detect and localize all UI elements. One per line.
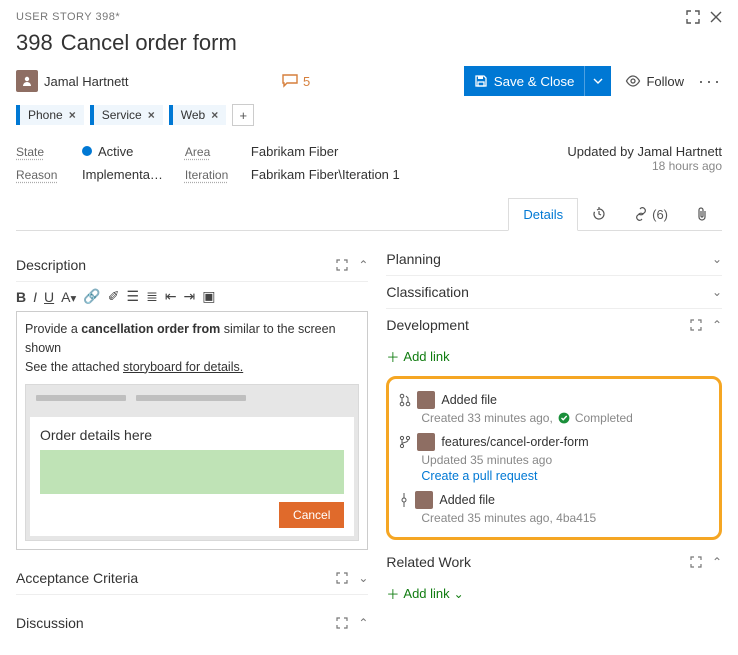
bullet-list-icon[interactable]: ☰	[127, 288, 140, 305]
planning-header: Planning	[386, 251, 441, 267]
chevron-up-icon[interactable]: ⌃	[358, 616, 368, 630]
discussion-header: Discussion	[16, 615, 84, 631]
work-item-title[interactable]: Cancel order form	[61, 30, 237, 55]
tab-links-count: (6)	[652, 207, 668, 222]
dev-item-title: features/cancel-order-form	[441, 435, 588, 449]
tab-attachments[interactable]	[682, 198, 722, 230]
mockup-image: Order details here Cancel	[25, 384, 359, 541]
avatar	[16, 70, 38, 92]
chevron-up-icon[interactable]: ⌃	[712, 555, 722, 569]
create-pr-link[interactable]: Create a pull request	[421, 469, 709, 483]
state-dot-icon	[82, 146, 92, 156]
follow-icon	[625, 75, 641, 87]
development-highlighted-box: Added file Created 33 minutes ago,Comple…	[386, 376, 722, 540]
more-actions-button[interactable]: ···	[698, 71, 722, 92]
tag-phone[interactable]: Phone×	[16, 105, 84, 125]
avatar	[417, 391, 435, 409]
tag-web[interactable]: Web×	[169, 105, 226, 125]
dev-item-title: Added file	[439, 493, 495, 507]
plus-icon: ＋	[386, 584, 399, 603]
assignee-picker[interactable]: Jamal Hartnett	[16, 70, 129, 92]
chevron-down-icon[interactable]: ⌄	[712, 285, 722, 299]
avatar	[415, 491, 433, 509]
description-editor[interactable]: Provide a cancellation order from simila…	[16, 311, 368, 550]
dev-item-branch[interactable]: features/cancel-order-form Updated 35 mi…	[399, 429, 709, 487]
reason-value[interactable]: Implementa…	[82, 167, 163, 182]
font-color-icon[interactable]: A▾	[61, 289, 76, 305]
outdent-icon[interactable]: ⇤	[165, 288, 177, 305]
italic-icon[interactable]: I	[33, 289, 37, 305]
tag-remove-icon[interactable]: ×	[69, 108, 76, 122]
follow-button[interactable]: Follow	[625, 74, 684, 89]
expand-icon[interactable]	[336, 259, 348, 271]
plus-icon: ＋	[386, 347, 399, 366]
tab-links[interactable]: (6)	[620, 198, 682, 230]
reason-label: Reason	[16, 168, 64, 182]
work-item-id: 398	[16, 30, 53, 55]
state-value[interactable]: Active	[82, 144, 133, 159]
chevron-down-icon[interactable]: ⌄	[358, 571, 368, 585]
comment-icon	[282, 74, 298, 88]
avatar	[417, 433, 435, 451]
save-close-label: Save & Close	[494, 74, 575, 89]
indent-icon[interactable]: ⇥	[184, 288, 196, 305]
updated-by: Updated by Jamal Hartnett	[567, 144, 722, 159]
state-label: State	[16, 145, 64, 159]
underline-icon[interactable]: U	[44, 289, 54, 305]
tag-remove-icon[interactable]: ×	[211, 108, 218, 122]
description-header: Description	[16, 257, 86, 273]
chevron-down-icon[interactable]: ⌄	[712, 252, 722, 266]
number-list-icon[interactable]: ≣	[146, 288, 158, 305]
mock-title: Order details here	[40, 425, 344, 446]
dev-item-pr[interactable]: Added file Created 33 minutes ago,Comple…	[399, 387, 709, 429]
add-tag-button[interactable]: +	[232, 104, 254, 126]
iteration-value[interactable]: Fabrikam Fiber\Iteration 1	[251, 167, 400, 182]
page-title: 398 Cancel order form	[16, 30, 722, 56]
branch-icon	[399, 435, 411, 449]
work-item-type-label: USER STORY 398*	[16, 11, 120, 23]
tag-service[interactable]: Service×	[90, 105, 163, 125]
tab-details[interactable]: Details	[508, 198, 578, 231]
check-circle-icon	[558, 412, 570, 424]
chevron-down-icon: ⌄	[454, 587, 464, 601]
fullscreen-icon[interactable]	[686, 10, 700, 24]
dev-item-commit[interactable]: Added file Created 35 minutes ago, 4ba41…	[399, 487, 709, 529]
related-add-link[interactable]: ＋Add link ⌄	[386, 578, 722, 609]
expand-icon[interactable]	[690, 556, 702, 568]
assignee-name: Jamal Hartnett	[44, 74, 129, 89]
bold-icon[interactable]: B	[16, 289, 26, 305]
tag-remove-icon[interactable]: ×	[148, 108, 155, 122]
close-icon[interactable]	[710, 11, 722, 23]
expand-icon[interactable]	[690, 319, 702, 331]
chevron-up-icon[interactable]: ⌃	[712, 318, 722, 332]
updated-ago: 18 hours ago	[567, 159, 722, 173]
classification-header: Classification	[386, 284, 468, 300]
pull-request-icon	[399, 393, 411, 407]
iteration-label: Iteration	[185, 168, 233, 182]
expand-icon[interactable]	[336, 572, 348, 584]
rich-text-toolbar: B I U A▾ 🔗 ✐ ☰ ≣ ⇤ ⇥ ▣	[16, 282, 368, 311]
image-icon[interactable]: ▣	[202, 288, 215, 305]
chevron-up-icon[interactable]: ⌃	[358, 258, 368, 272]
link-icon[interactable]: 🔗	[83, 288, 100, 305]
clear-format-icon[interactable]: ✐	[108, 288, 120, 305]
follow-label: Follow	[646, 74, 684, 89]
development-header: Development	[386, 317, 469, 333]
acceptance-header: Acceptance Criteria	[16, 570, 138, 586]
area-value[interactable]: Fabrikam Fiber	[251, 144, 338, 159]
commit-icon	[399, 493, 409, 507]
dev-item-title: Added file	[441, 393, 497, 407]
expand-icon[interactable]	[336, 617, 348, 629]
tag-row: Phone× Service× Web× +	[16, 104, 722, 126]
related-work-header: Related Work	[386, 554, 471, 570]
dev-add-link[interactable]: ＋Add link	[386, 341, 722, 372]
area-label: Area	[185, 145, 233, 159]
save-close-button[interactable]: Save & Close	[464, 66, 612, 96]
comments-count: 5	[303, 74, 310, 89]
tab-history[interactable]	[578, 198, 620, 230]
comments-button[interactable]: 5	[282, 74, 310, 89]
mock-cancel-button: Cancel	[279, 502, 344, 528]
save-icon	[474, 74, 488, 88]
save-close-dropdown[interactable]	[584, 66, 611, 96]
